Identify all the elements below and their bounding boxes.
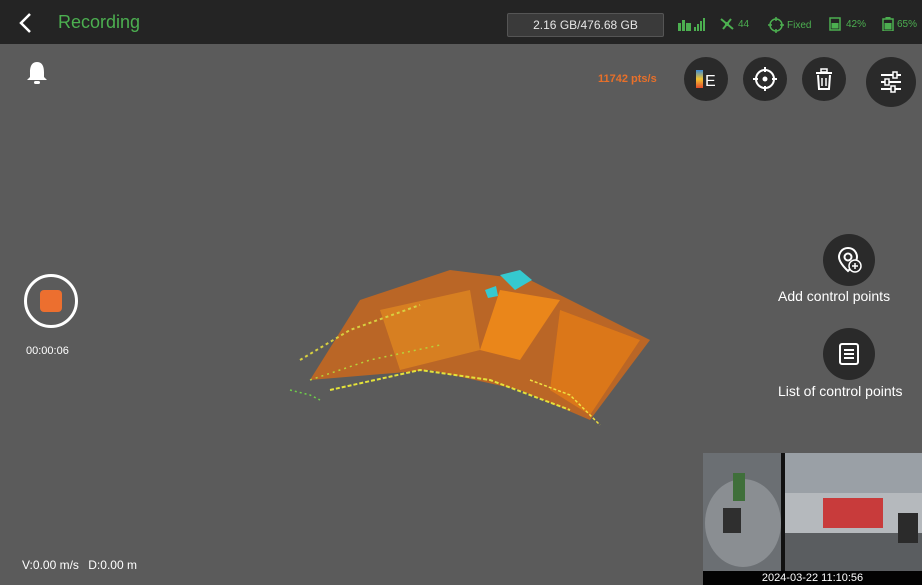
notification-bell-icon[interactable]: [22, 58, 52, 88]
fix-status: Fixed: [768, 17, 811, 33]
velocity-value: V:0.00 m/s: [22, 558, 79, 572]
delete-button[interactable]: [802, 57, 846, 101]
stop-icon: [40, 290, 62, 312]
device-battery-icon: [829, 17, 841, 31]
signal-icon: [678, 18, 705, 31]
satellite-count: 44: [738, 18, 750, 30]
back-arrow-icon[interactable]: [14, 10, 40, 36]
settings-button[interactable]: [866, 57, 916, 107]
list-document-icon: [839, 343, 859, 365]
satellite-status: 44: [719, 17, 749, 31]
sliders-icon: [881, 71, 901, 93]
camera-preview[interactable]: 2024-03-22 11:10:56: [703, 453, 922, 585]
device-battery-value: 42%: [846, 18, 867, 30]
velocity-distance-readout: V:0.00 m/s D:0.00 m: [22, 558, 137, 572]
controller-battery-status: 65%: [882, 17, 917, 31]
trash-icon: [816, 68, 832, 90]
locate-button[interactable]: [743, 57, 787, 101]
recording-timer: 00:00:06: [26, 345, 69, 357]
signal-status: [677, 17, 707, 31]
point-cloud-view[interactable]: [270, 250, 670, 450]
location-pin-add-icon: [837, 246, 862, 273]
point-cloud-data: [289, 270, 650, 426]
page-title: Recording: [58, 12, 141, 32]
gnss-fix-icon: [768, 17, 784, 33]
list-control-points-button[interactable]: [823, 328, 875, 380]
camera-feed-image: [703, 453, 922, 571]
device-battery-status: 42%: [829, 17, 866, 31]
satellite-icon: [720, 18, 734, 30]
list-control-points-label[interactable]: List of control points: [778, 383, 903, 399]
crosshair-icon: [753, 67, 777, 91]
add-control-point-button[interactable]: [823, 234, 875, 286]
colorbar-E-icon: E: [696, 70, 716, 90]
controller-battery-icon: [882, 17, 894, 31]
fix-status-label: Fixed: [787, 19, 812, 31]
svg-text:E: E: [705, 73, 716, 90]
storage-indicator: 2.16 GB/476.68 GB: [507, 13, 664, 37]
camera-timestamp: 2024-03-22 11:10:56: [703, 571, 922, 585]
color-mode-button[interactable]: E: [684, 57, 728, 101]
controller-battery-value: 65%: [897, 18, 918, 30]
top-bar: Recording 2.16 GB/476.68 GB 44 Fixed 42%…: [0, 0, 922, 44]
add-control-points-label[interactable]: Add control points: [778, 288, 890, 304]
distance-value: D:0.00 m: [88, 558, 137, 572]
stop-recording-button[interactable]: [24, 274, 78, 328]
points-rate: 11742 pts/s: [598, 73, 657, 85]
